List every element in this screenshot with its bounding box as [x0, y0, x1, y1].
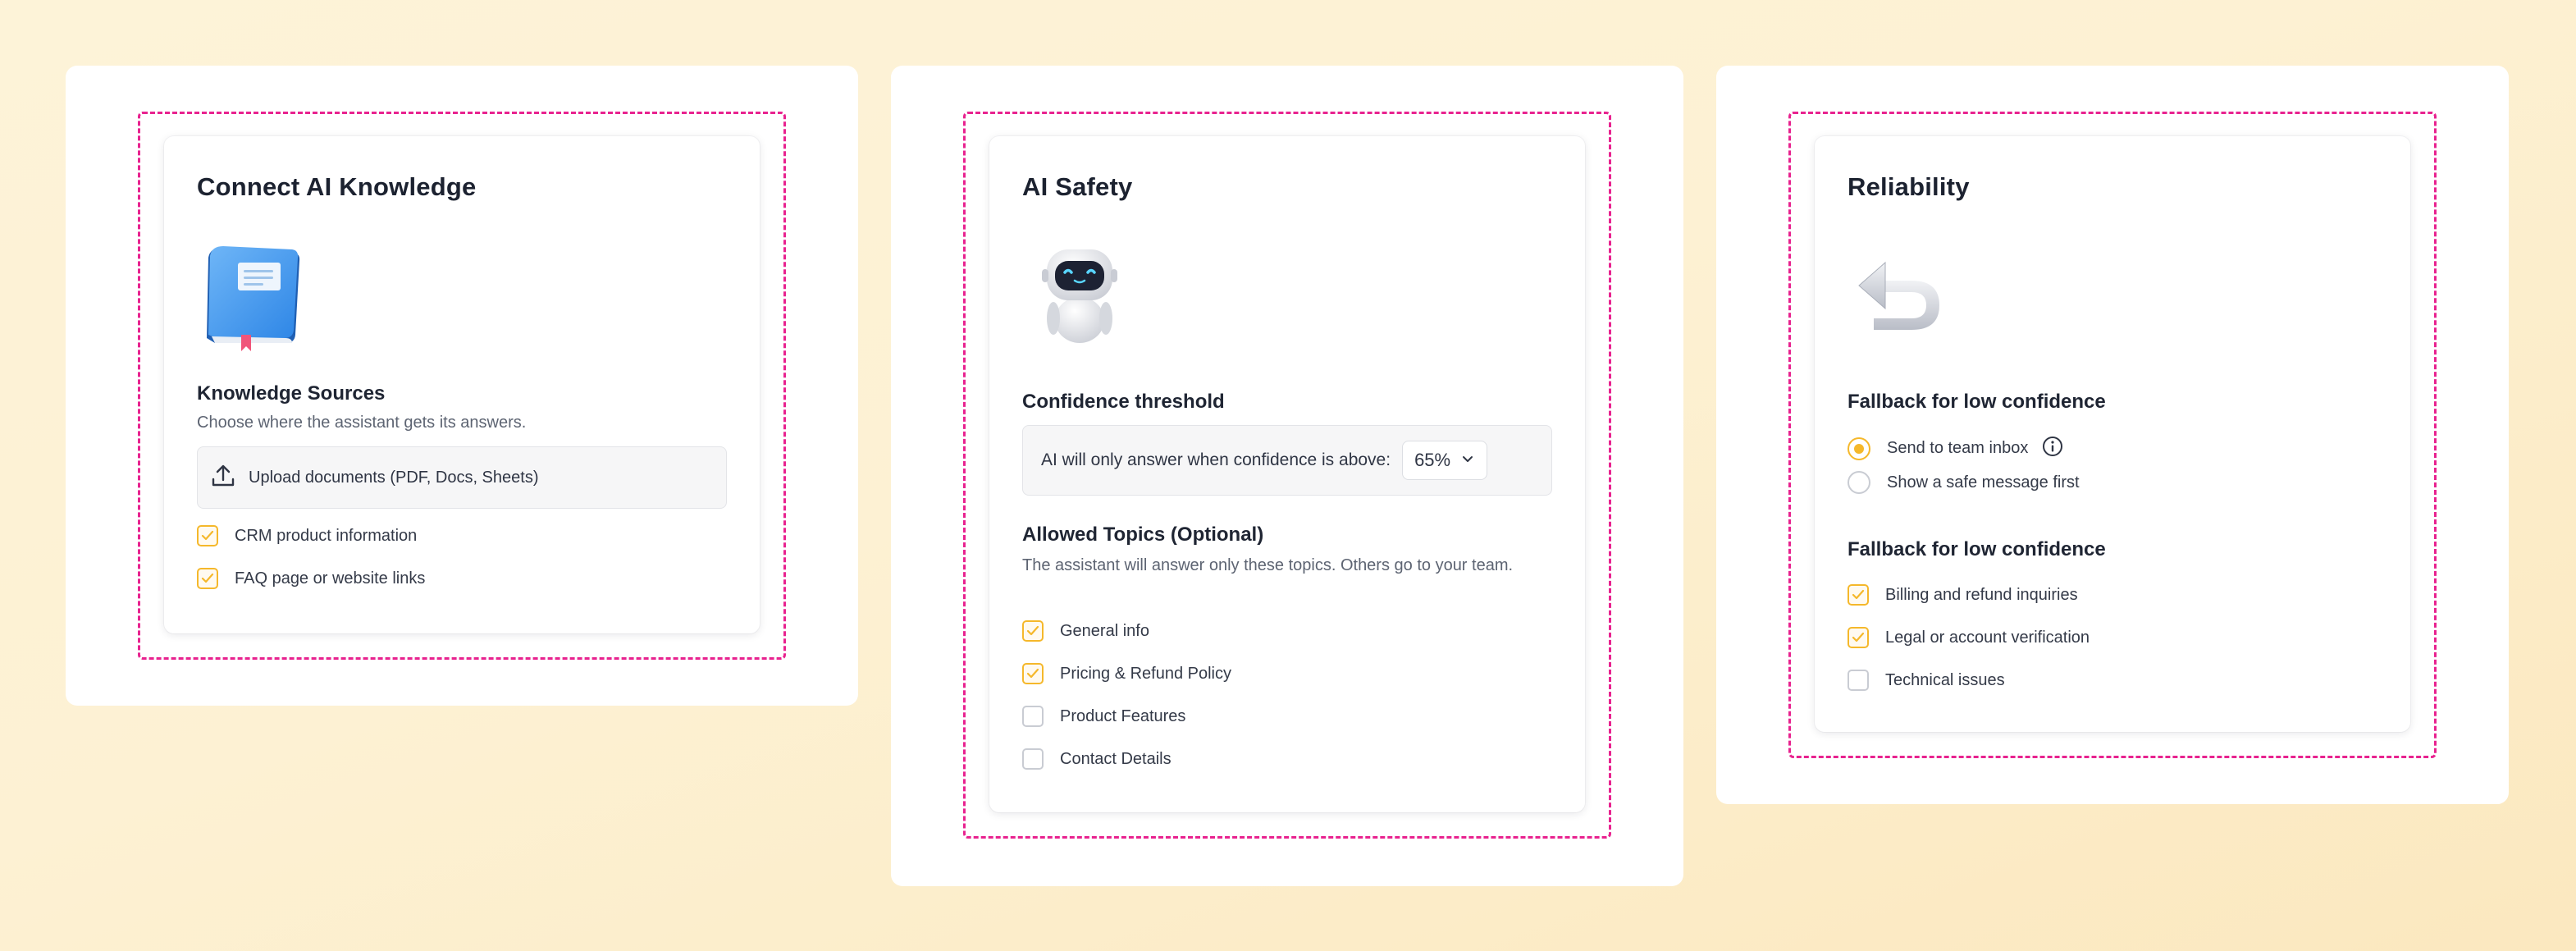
section-title: Fallback for low confidence [1848, 391, 2106, 413]
escalate-label: Technical issues [1885, 670, 2005, 689]
upload-documents-button[interactable]: Upload documents (PDF, Docs, Sheets) [197, 446, 727, 509]
checkbox-unchecked[interactable] [1022, 706, 1044, 727]
section-title: Knowledge Sources [197, 382, 386, 405]
checkbox-checked[interactable] [197, 568, 218, 589]
upload-icon [209, 462, 237, 494]
section-title: Fallback for low confidence [1848, 538, 2106, 560]
info-icon[interactable] [2041, 435, 2064, 462]
topic-general-info[interactable]: General info [1022, 620, 1149, 642]
topic-label: General info [1060, 621, 1149, 640]
option-label: CRM product information [235, 526, 418, 545]
checkbox-checked[interactable] [1022, 663, 1044, 684]
confidence-threshold-box: AI will only answer when confidence is a… [1022, 425, 1552, 496]
checkbox-checked[interactable] [1022, 620, 1044, 642]
return-arrow-icon [1848, 238, 1962, 357]
upload-label: Upload documents (PDF, Docs, Sheets) [249, 468, 539, 487]
option-crm-product-information[interactable]: CRM product information [197, 525, 417, 546]
fallback-show-safe-message[interactable]: Show a safe message first [1848, 471, 2080, 494]
confidence-threshold-select[interactable]: 65% [1402, 441, 1488, 480]
fallback-label: Send to team inbox [1887, 439, 2029, 457]
checkbox-unchecked[interactable] [1848, 670, 1869, 691]
checkbox-checked[interactable] [197, 525, 218, 546]
escalate-technical-issues[interactable]: Technical issues [1848, 670, 2005, 691]
chevron-down-icon [1462, 453, 1473, 468]
knowledge-card: Connect AI Knowledge Knowledge Sources C… [164, 136, 760, 633]
safety-card: AI Safety Confidence threshold AI will o… [989, 136, 1585, 812]
checkbox-checked[interactable] [1848, 584, 1869, 606]
card-title: Reliability [1848, 172, 1970, 201]
topic-label: Contact Details [1060, 749, 1172, 768]
threshold-value: 65% [1414, 450, 1451, 470]
escalate-label: Legal or account verification [1885, 628, 2090, 647]
topic-label: Pricing & Refund Policy [1060, 664, 1231, 683]
option-faq-page-links[interactable]: FAQ page or website links [197, 568, 425, 589]
radio-selected[interactable] [1848, 437, 1870, 460]
fallback-label: Show a safe message first [1887, 473, 2080, 492]
blue-book-icon [197, 238, 312, 357]
radio-unselected[interactable] [1848, 471, 1870, 494]
topic-label: Product Features [1060, 706, 1186, 725]
topic-pricing-refund-policy[interactable]: Pricing & Refund Policy [1022, 663, 1231, 684]
card-title: Connect AI Knowledge [197, 172, 477, 201]
escalate-legal-account[interactable]: Legal or account verification [1848, 627, 2090, 648]
safety-panel: AI Safety Confidence threshold AI will o… [891, 66, 1683, 886]
checkbox-checked[interactable] [1848, 627, 1869, 648]
card-title: AI Safety [1022, 172, 1133, 201]
threshold-label: AI will only answer when confidence is a… [1041, 450, 1391, 469]
option-label: FAQ page or website links [235, 569, 426, 588]
reliability-card: Reliability Fallback for low confidence … [1815, 136, 2410, 732]
escalate-billing-refund[interactable]: Billing and refund inquiries [1848, 584, 2078, 606]
robot-icon [1022, 238, 1137, 357]
section-description: Choose where the assistant gets its answ… [197, 414, 527, 432]
reliability-panel: Reliability Fallback for low confidence … [1716, 66, 2509, 804]
section-title: Allowed Topics (Optional) [1022, 524, 1264, 546]
knowledge-panel: Connect AI Knowledge Knowledge Sources C… [66, 66, 858, 706]
section-title: Confidence threshold [1022, 391, 1225, 413]
fallback-send-to-team-inbox[interactable]: Send to team inbox [1848, 435, 2064, 462]
topic-contact-details[interactable]: Contact Details [1022, 748, 1172, 770]
topic-product-features[interactable]: Product Features [1022, 706, 1185, 727]
checkbox-unchecked[interactable] [1022, 748, 1044, 770]
section-description: The assistant will answer only these top… [1022, 556, 1514, 574]
escalate-label: Billing and refund inquiries [1885, 585, 2078, 604]
